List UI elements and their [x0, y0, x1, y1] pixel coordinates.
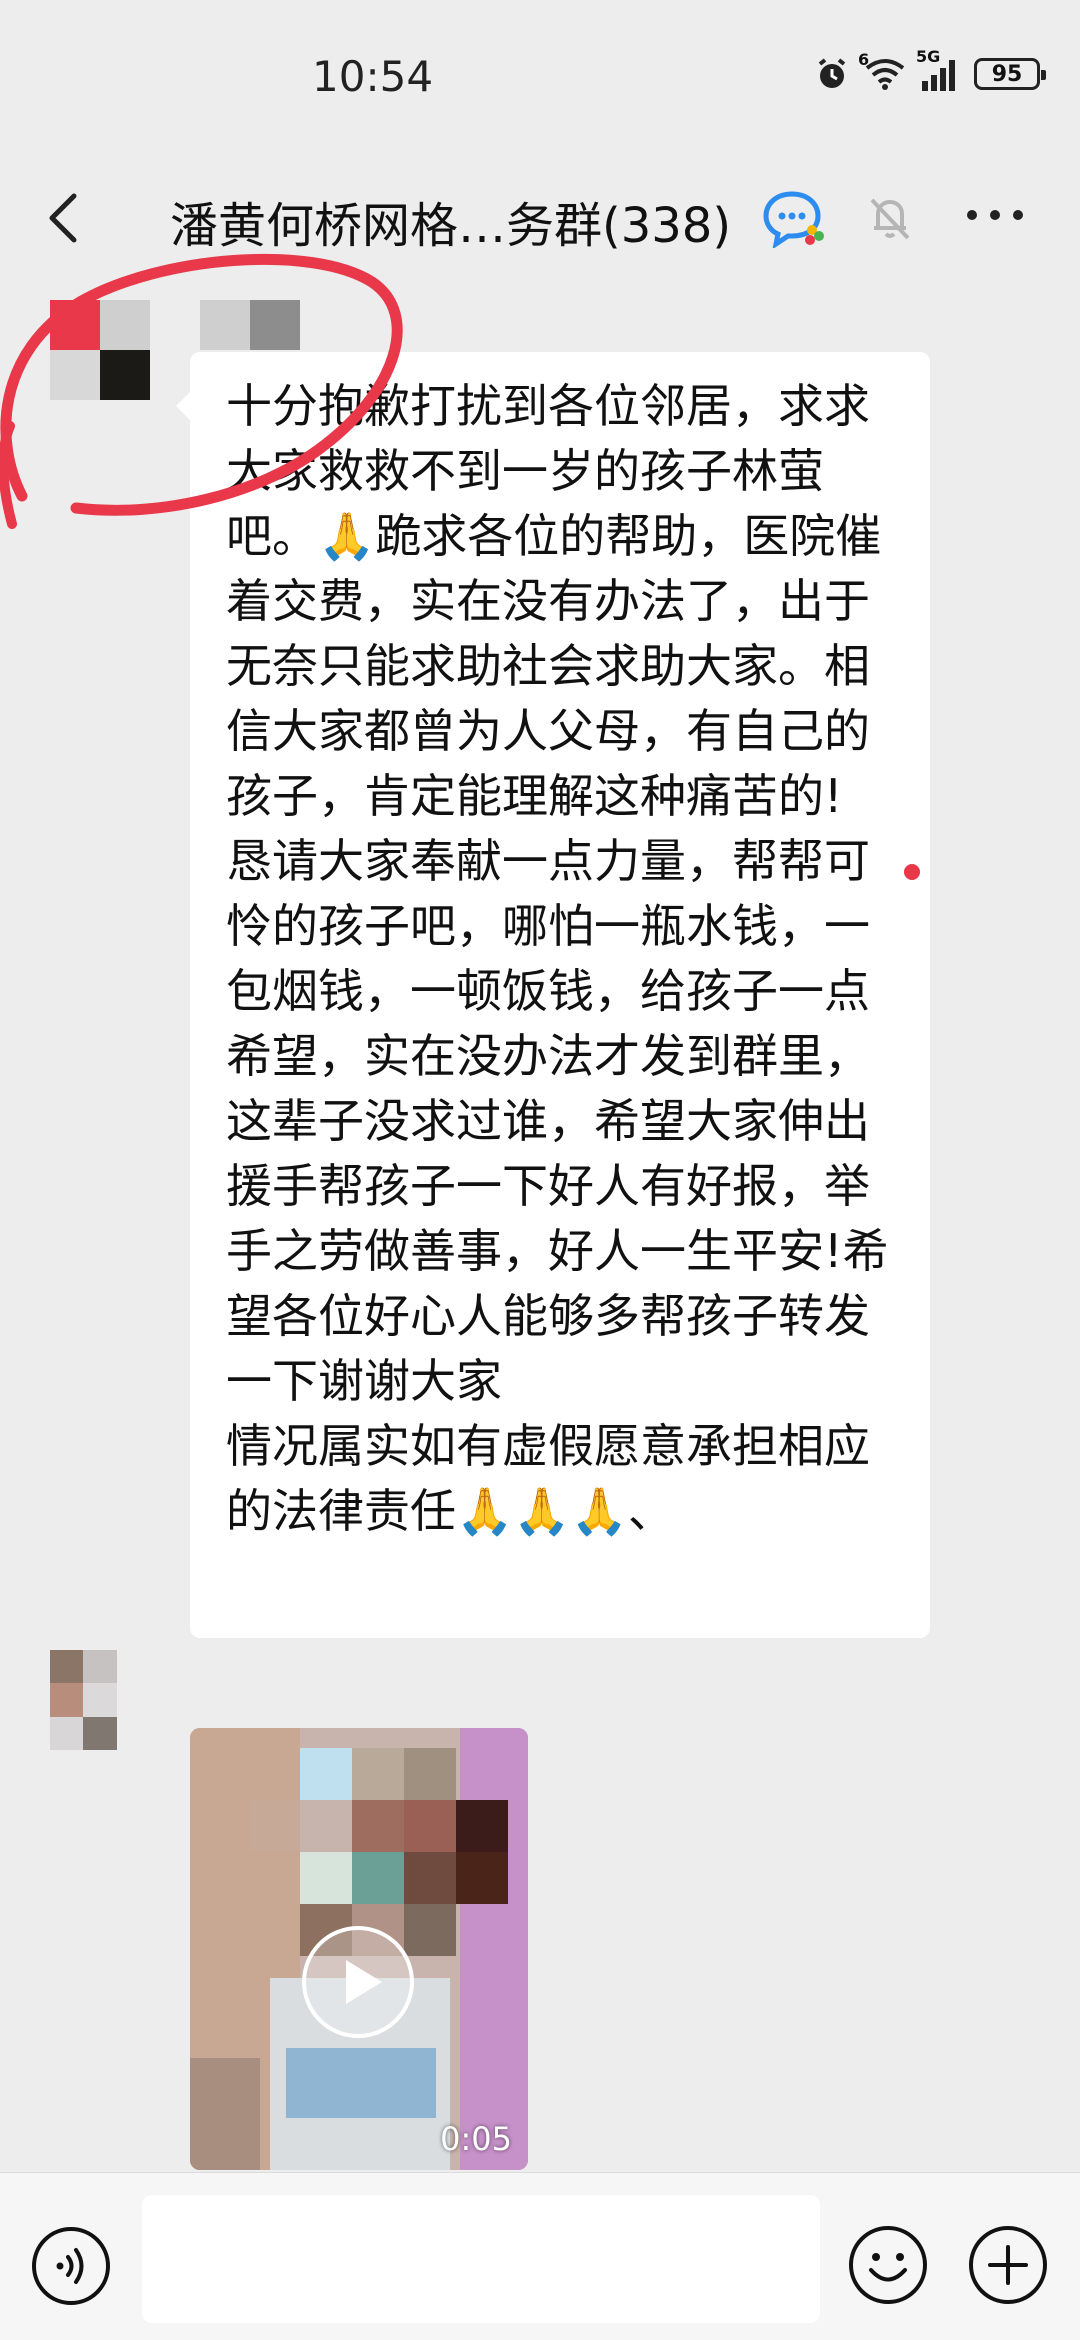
status-icons: 6 5G 95: [814, 47, 1046, 92]
alarm-icon: [814, 56, 850, 92]
chat-header: 潘黄何桥网格…务群(338): [0, 150, 1080, 280]
avatar[interactable]: [50, 1650, 150, 1750]
video-message[interactable]: 0:05: [190, 1728, 528, 2170]
back-icon[interactable]: [40, 188, 90, 248]
emoji-icon[interactable]: [846, 2223, 930, 2307]
network-label: 5G: [916, 47, 941, 66]
message-input[interactable]: [142, 2195, 820, 2323]
voice-icon[interactable]: [30, 2225, 112, 2307]
wifi-icon: 6: [858, 50, 906, 90]
play-icon[interactable]: [298, 1922, 418, 2042]
group-chat-badge-icon[interactable]: [762, 188, 828, 250]
chat-screen: 10:54 6 5G 95 潘黄何桥网格…务群(338) 十分抱歉打扰到各位邻居…: [0, 0, 1080, 2340]
input-bar: [0, 2172, 1080, 2340]
more-icon[interactable]: [960, 200, 1030, 230]
mute-bell-icon[interactable]: [862, 190, 918, 246]
status-time: 10:54: [312, 52, 434, 101]
plus-icon[interactable]: [966, 2223, 1050, 2307]
message-text: 十分抱歉打扰到各位邻居，求求大家救救不到一岁的孩子林萤吧。🙏跪求各位的帮助，医院…: [226, 379, 889, 1538]
unread-dot: [904, 864, 920, 880]
battery-level: 95: [991, 61, 1023, 87]
chat-title[interactable]: 潘黄何桥网格…务群(338): [170, 186, 731, 256]
wifi-label: 6: [858, 50, 870, 69]
status-bar: 10:54 6 5G 95: [0, 0, 1080, 150]
battery-icon: 95: [974, 58, 1046, 90]
video-duration: 0:05: [440, 2120, 512, 2158]
cellular-signal-icon: 5G: [916, 47, 960, 91]
message-bubble[interactable]: 十分抱歉打扰到各位邻居，求求大家救救不到一岁的孩子林萤吧。🙏跪求各位的帮助，医院…: [176, 352, 930, 1638]
